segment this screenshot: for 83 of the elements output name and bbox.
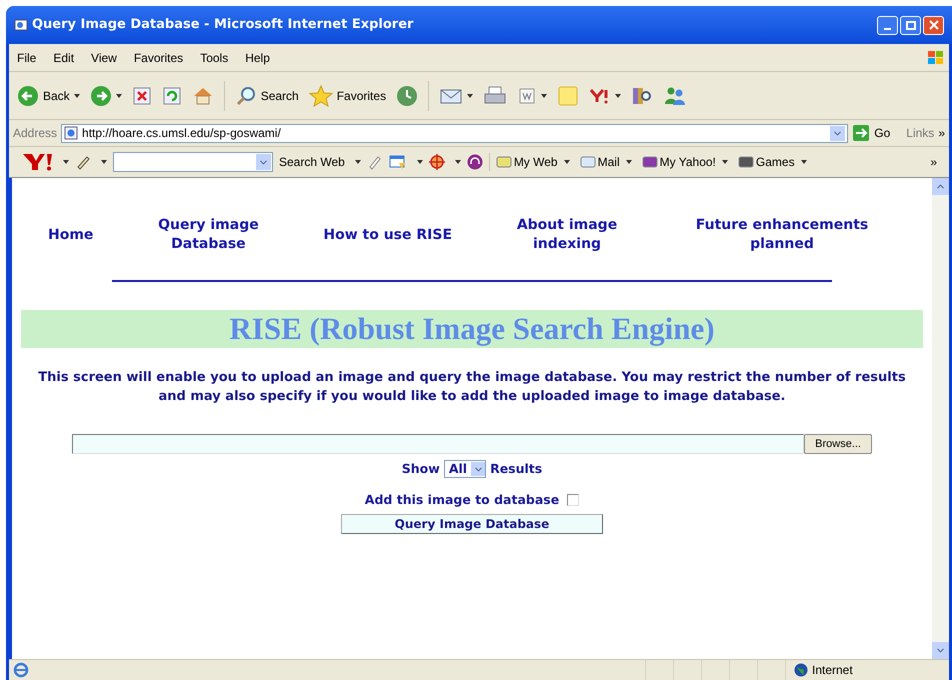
yahoo-search-field[interactable] bbox=[113, 152, 273, 172]
address-dropdown-button[interactable] bbox=[830, 126, 846, 140]
menu-item[interactable]: File bbox=[17, 48, 36, 66]
security-zone: Internet bbox=[812, 662, 853, 679]
nav-link[interactable]: About image indexing bbox=[492, 216, 642, 254]
home-icon[interactable] bbox=[192, 86, 214, 106]
dropdown-arrow-icon[interactable] bbox=[541, 94, 548, 98]
back-button[interactable]: Back bbox=[43, 86, 70, 104]
dropdown-arrow-icon[interactable] bbox=[467, 94, 474, 98]
dropdown-arrow-icon[interactable] bbox=[416, 160, 423, 164]
popup-blocker-icon[interactable] bbox=[388, 154, 407, 170]
page-icon bbox=[64, 126, 78, 140]
results-label: Results bbox=[490, 460, 542, 478]
printer-icon[interactable] bbox=[483, 84, 508, 106]
dropdown-arrow-icon[interactable] bbox=[564, 160, 570, 164]
highlighter-icon[interactable] bbox=[366, 154, 383, 170]
search-web-button[interactable]: Search Web bbox=[279, 153, 345, 171]
dropdown-arrow-icon[interactable] bbox=[615, 94, 622, 98]
add-to-database-checkbox[interactable] bbox=[567, 494, 580, 506]
address-field[interactable]: http://hoare.cs.umsl.edu/sp-goswami/ bbox=[61, 124, 848, 142]
nav-link[interactable]: Future enhancements planned bbox=[672, 216, 892, 254]
crosshair-icon[interactable] bbox=[428, 154, 445, 170]
show-label: Show bbox=[402, 460, 440, 478]
dropdown-arrow-icon[interactable] bbox=[454, 160, 461, 164]
file-path-field[interactable] bbox=[72, 434, 804, 454]
nav-link[interactable]: How to use RISE bbox=[313, 226, 462, 244]
nav-link[interactable]: Query image Database bbox=[133, 216, 284, 254]
yahoo-item-icon[interactable] bbox=[642, 155, 658, 169]
search-dropdown-button[interactable] bbox=[256, 154, 271, 170]
maximize-button[interactable] bbox=[900, 16, 921, 34]
menu-item[interactable]: Tools bbox=[200, 48, 228, 66]
dropdown-arrow-icon[interactable] bbox=[354, 160, 361, 164]
go-button[interactable]: Go bbox=[874, 124, 890, 142]
yahoo-item-icon[interactable] bbox=[496, 155, 512, 169]
menu-item[interactable]: View bbox=[91, 48, 117, 66]
yahoo-bar-item[interactable]: Games bbox=[756, 153, 795, 171]
pencil-icon[interactable] bbox=[75, 154, 91, 170]
search-icon[interactable] bbox=[234, 84, 257, 106]
yahoo-item-icon[interactable] bbox=[738, 155, 754, 169]
links-overflow-button[interactable]: » bbox=[938, 124, 945, 142]
scrollbar[interactable] bbox=[932, 178, 949, 659]
yahoo-item-icon[interactable] bbox=[580, 155, 596, 169]
window-title: Query Image Database - Microsoft Internet Explorer bbox=[32, 16, 414, 34]
yahoo-bar-item[interactable]: My Yahoo! bbox=[660, 153, 716, 171]
globe-icon bbox=[794, 663, 808, 677]
dropdown-arrow-icon[interactable] bbox=[722, 160, 728, 164]
close-button[interactable] bbox=[923, 16, 944, 34]
windows-logo-icon bbox=[927, 50, 945, 66]
menu-item[interactable]: Help bbox=[245, 48, 270, 66]
page-status-icon bbox=[13, 662, 29, 678]
results-count-select[interactable]: All bbox=[444, 460, 486, 478]
page-heading: RISE (Robust Image Search Engine) bbox=[229, 310, 715, 348]
dropdown-arrow-icon[interactable] bbox=[63, 160, 69, 164]
toolbar-overflow-button[interactable]: » bbox=[930, 153, 937, 171]
dropdown-arrow-icon[interactable] bbox=[800, 160, 807, 164]
star-icon[interactable] bbox=[308, 84, 333, 106]
dropdown-arrow-icon[interactable] bbox=[101, 160, 107, 164]
refresh-icon[interactable] bbox=[162, 86, 182, 106]
browse-button[interactable]: Browse... bbox=[804, 434, 872, 454]
headphones-icon[interactable] bbox=[466, 154, 483, 170]
stop-icon[interactable] bbox=[132, 86, 152, 106]
yahoo-bar-item[interactable]: My Web bbox=[514, 153, 558, 171]
minimize-button[interactable] bbox=[877, 16, 898, 34]
search-button[interactable]: Search bbox=[260, 86, 299, 104]
dropdown-arrow-icon[interactable] bbox=[74, 94, 80, 98]
query-button[interactable]: Query Image Database bbox=[341, 514, 603, 534]
description-text: This screen will enable you to upload an image and query the image database. You may restrict the number of results and may also specify if you would like to add the uploaded image to image database. bbox=[37, 369, 907, 406]
nav-link[interactable]: Home bbox=[38, 226, 104, 244]
menu-item[interactable]: Edit bbox=[53, 48, 74, 66]
links-button[interactable]: Links bbox=[906, 124, 934, 142]
address-label: Address bbox=[13, 125, 58, 142]
dropdown-arrow-icon[interactable] bbox=[116, 94, 122, 98]
people-icon[interactable] bbox=[663, 84, 688, 106]
add-to-database-label: Add this image to database bbox=[364, 490, 560, 509]
yahoo-bar-item[interactable]: Mail bbox=[598, 153, 620, 171]
word-icon[interactable] bbox=[517, 86, 538, 106]
favorites-button[interactable]: Favorites bbox=[336, 86, 386, 104]
menu-item[interactable]: Favorites bbox=[134, 48, 184, 66]
history-icon[interactable] bbox=[396, 84, 418, 106]
dropdown-arrow-icon[interactable] bbox=[626, 160, 632, 164]
browser-icon bbox=[14, 18, 28, 32]
yahoo-logo-icon[interactable] bbox=[21, 152, 53, 172]
close-icon bbox=[928, 20, 938, 30]
